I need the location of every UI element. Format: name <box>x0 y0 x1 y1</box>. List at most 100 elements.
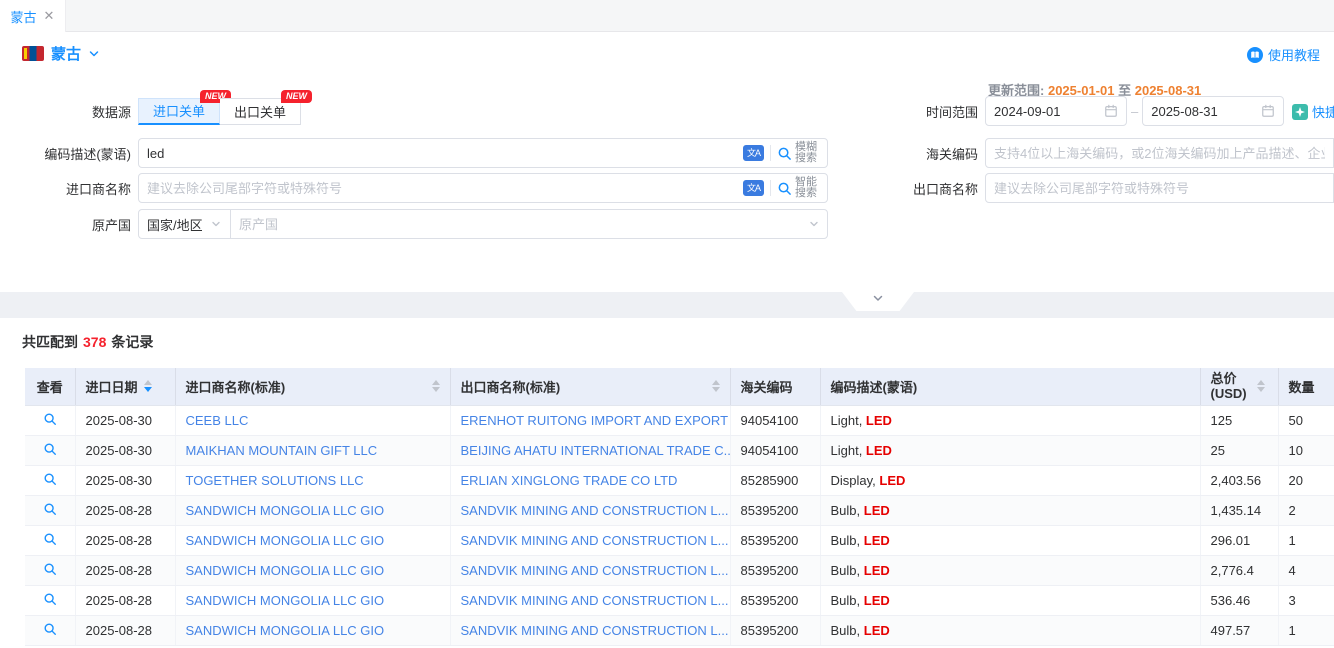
cell-code-desc: Light, LED <box>820 405 1200 435</box>
cell-import-date: 2025-08-30 <box>75 465 175 495</box>
exporter-link[interactable]: ERENHOT RUITONG IMPORT AND EXPORT ... <box>461 413 731 428</box>
importer-link[interactable]: SANDWICH MONGOLIA LLC GIO <box>186 503 385 518</box>
importer-link[interactable]: MAIKHAN MOUNTAIN GIFT LLC <box>186 443 378 458</box>
desc-text: Light, <box>831 443 866 458</box>
tutorial-link[interactable]: 使用教程 <box>1247 45 1320 64</box>
code-desc-field[interactable] <box>147 140 737 166</box>
table-row: 2025-08-30 CEEB LLC ERENHOT RUITONG IMPO… <box>25 405 1334 435</box>
table-row: 2025-08-28 SANDWICH MONGOLIA LLC GIO SAN… <box>25 525 1334 555</box>
magnifier-icon <box>43 532 57 546</box>
origin-region-select[interactable]: 国家/地区 <box>138 209 231 239</box>
smart-search-button[interactable]: 智能搜索 <box>777 177 819 199</box>
view-record-button[interactable] <box>43 502 57 516</box>
quick-search-button[interactable]: 快捷 <box>1292 102 1334 121</box>
sort-icon[interactable] <box>144 380 152 392</box>
hs-code-field[interactable] <box>994 140 1325 166</box>
exporter-link[interactable]: ERLIAN XINGLONG TRADE CO LTD <box>461 473 678 488</box>
date-start-field[interactable] <box>994 98 1098 124</box>
cell-import-date: 2025-08-28 <box>75 585 175 615</box>
importer-name-input[interactable]: 文A 智能搜索 <box>138 173 828 203</box>
cell-total-usd: 536.46 <box>1200 585 1278 615</box>
importer-link[interactable]: SANDWICH MONGOLIA LLC GIO <box>186 623 385 638</box>
collapse-filters-button[interactable] <box>842 292 914 311</box>
search-icon <box>777 181 792 196</box>
date-end-field[interactable] <box>1151 98 1255 124</box>
cell-total-usd: 497.57 <box>1200 615 1278 645</box>
cell-quantity: 20 <box>1278 465 1334 495</box>
tab-export-declarations[interactable]: 出口关单 NEW <box>220 98 301 125</box>
chevron-down-icon <box>88 48 100 60</box>
cell-import-date: 2025-08-30 <box>75 405 175 435</box>
tab-import-declarations[interactable]: 进口关单 NEW <box>138 98 220 125</box>
exporter-link[interactable]: SANDVIK MINING AND CONSTRUCTION L... <box>461 623 729 638</box>
importer-name-field[interactable] <box>147 175 737 201</box>
origin-country-field[interactable] <box>239 211 803 237</box>
cell-code-desc: Display, LED <box>820 465 1200 495</box>
code-desc-input[interactable]: 文A 模糊搜索 <box>138 138 828 168</box>
summary-suffix: 条记录 <box>111 334 153 350</box>
table-row: 2025-08-28 SANDWICH MONGOLIA LLC GIO SAN… <box>25 615 1334 645</box>
exporter-link[interactable]: SANDVIK MINING AND CONSTRUCTION L... <box>461 503 729 518</box>
sort-icon[interactable] <box>432 380 440 392</box>
sort-icon[interactable] <box>1257 380 1265 392</box>
exporter-name-input[interactable] <box>985 173 1334 203</box>
exporter-link[interactable]: BEIJING AHATU INTERNATIONAL TRADE C... <box>461 443 731 458</box>
fuzzy-search-button[interactable]: 模糊搜索 <box>777 142 819 164</box>
chevron-down-icon <box>809 219 819 229</box>
view-record-button[interactable] <box>43 472 57 486</box>
view-record-button[interactable] <box>43 592 57 606</box>
cell-quantity: 50 <box>1278 405 1334 435</box>
cell-hs-code: 85395200 <box>730 585 820 615</box>
magnifier-icon <box>43 592 57 606</box>
origin-region-value: 国家/地区 <box>147 215 203 234</box>
tab-import-label: 进口关单 <box>153 101 205 120</box>
importer-link[interactable]: CEEB LLC <box>186 413 249 428</box>
importer-link[interactable]: TOGETHER SOLUTIONS LLC <box>186 473 364 488</box>
date-end-input[interactable] <box>1142 96 1284 126</box>
desc-highlight: LED <box>864 593 890 608</box>
col-importer-name: 进口商名称(标准) <box>175 368 450 405</box>
magnifier-icon <box>43 502 57 516</box>
country-selector[interactable]: 蒙古 <box>22 43 100 64</box>
data-source-tabs: 进口关单 NEW 出口关单 NEW <box>138 98 301 125</box>
smart-search-label: 智能搜索 <box>795 177 819 199</box>
translate-icon[interactable]: 文A <box>743 145 764 161</box>
importer-link[interactable]: SANDWICH MONGOLIA LLC GIO <box>186 563 385 578</box>
results-table-wrap: 查看 进口日期 进口商名称(标准) 出口商名称(标准) <box>25 368 1334 646</box>
importer-link[interactable]: SANDWICH MONGOLIA LLC GIO <box>186 593 385 608</box>
book-icon <box>1247 47 1263 63</box>
cell-import-date: 2025-08-28 <box>75 615 175 645</box>
time-range-label: 时间范围 <box>900 102 985 121</box>
cell-quantity: 1 <box>1278 525 1334 555</box>
date-start-input[interactable] <box>985 96 1127 126</box>
tab-mongolia[interactable]: 蒙古 ✕ <box>0 0 66 32</box>
exporter-link[interactable]: SANDVIK MINING AND CONSTRUCTION L... <box>461 533 729 548</box>
col-label: 进口商名称(标准) <box>186 377 286 396</box>
cell-code-desc: Bulb, LED <box>820 555 1200 585</box>
close-icon[interactable]: ✕ <box>44 8 55 24</box>
view-record-button[interactable] <box>43 442 57 456</box>
cell-hs-code: 85395200 <box>730 525 820 555</box>
exporter-name-field[interactable] <box>994 175 1325 201</box>
hs-code-input[interactable] <box>985 138 1334 168</box>
importer-link[interactable]: SANDWICH MONGOLIA LLC GIO <box>186 533 385 548</box>
cell-import-date: 2025-08-28 <box>75 555 175 585</box>
translate-icon[interactable]: 文A <box>743 180 764 196</box>
view-record-button[interactable] <box>43 412 57 426</box>
view-record-button[interactable] <box>43 622 57 636</box>
exporter-name-label: 出口商名称 <box>900 179 985 198</box>
exporter-link[interactable]: SANDVIK MINING AND CONSTRUCTION L... <box>461 563 729 578</box>
exporter-link[interactable]: SANDVIK MINING AND CONSTRUCTION L... <box>461 593 729 608</box>
origin-country-input[interactable] <box>230 209 828 239</box>
cell-total-usd: 296.01 <box>1200 525 1278 555</box>
browser-tab-bar: 蒙古 ✕ <box>0 0 1334 32</box>
desc-highlight: LED <box>864 623 890 638</box>
magnifier-icon <box>43 412 57 426</box>
search-icon <box>777 146 792 161</box>
desc-highlight: LED <box>864 533 890 548</box>
desc-text: Display, <box>831 473 880 488</box>
view-record-button[interactable] <box>43 562 57 576</box>
sort-icon[interactable] <box>712 380 720 392</box>
col-view: 查看 <box>25 368 75 405</box>
view-record-button[interactable] <box>43 532 57 546</box>
